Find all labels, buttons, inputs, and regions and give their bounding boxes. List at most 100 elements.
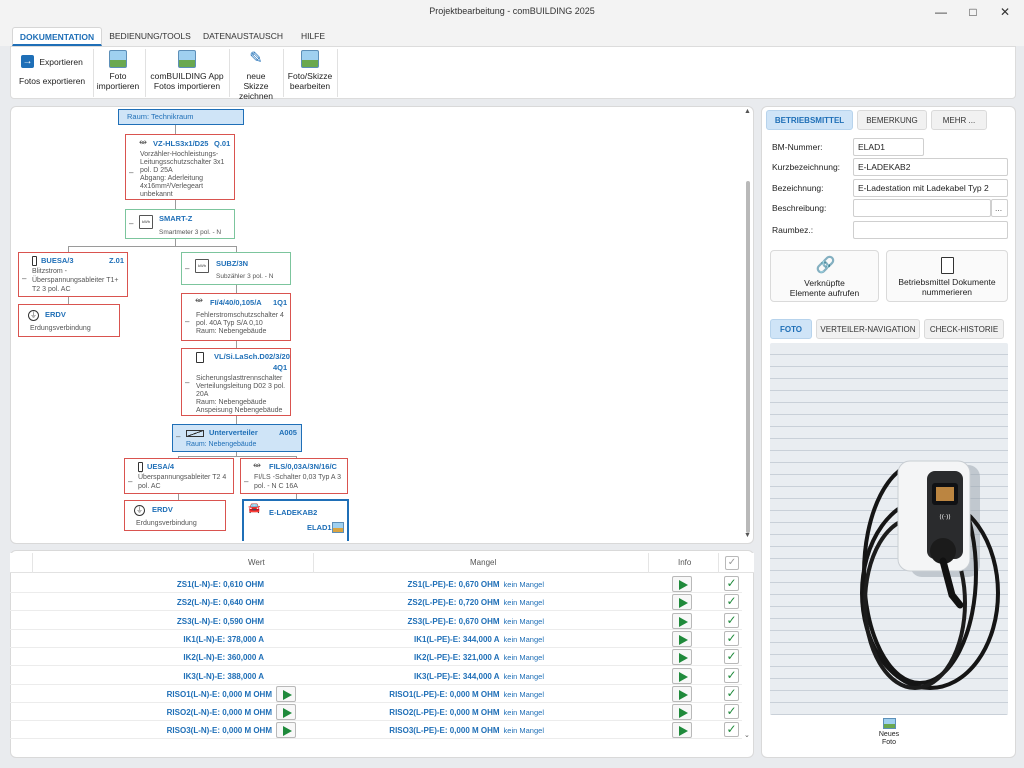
info-play-button[interactable] [672, 630, 692, 647]
row-checkbox[interactable]: ✓ [724, 685, 739, 701]
fils-desc2: pol. - N C 16A [254, 483, 298, 490]
subz-node[interactable]: – kWh SUBZ/3N Subzähler 3 pol. - N [181, 252, 291, 285]
dash-marker: – [128, 477, 133, 486]
play-button[interactable] [276, 704, 296, 721]
dokumente-nummerieren-button[interactable]: Betriebsmittel Dokumente nummerieren [886, 250, 1008, 302]
row-checkbox[interactable]: ✓ [724, 722, 739, 738]
unterverteiler-node[interactable]: – Unterverteiler A005 Raum: Nebengebäude [172, 424, 302, 452]
raumbez-field[interactable] [853, 221, 1008, 239]
row-checkbox[interactable]: ✓ [724, 594, 739, 610]
buesa-node[interactable]: BUESA/3 Z.01 – Blitzstrom - Überspannung… [18, 252, 128, 297]
app-fotos-import-button[interactable]: comBUILDING App Fotos importieren [149, 50, 225, 91]
minimize-icon[interactable]: — [925, 2, 957, 22]
row-checkbox[interactable]: ✓ [724, 667, 739, 683]
fils-title: FILS/0,03A/3N/16/C [269, 462, 337, 471]
info-play-button[interactable] [672, 594, 692, 611]
neues-foto-button[interactable]: Neues Foto [872, 718, 906, 747]
e-ladekab2-node[interactable]: 🚘 E-LADEKAB2 ELAD1 [242, 499, 349, 541]
foto-import-button[interactable]: Foto importieren [95, 50, 141, 91]
maximize-icon[interactable]: □ [957, 2, 989, 22]
table-row[interactable]: ZS2(L-N)-E: 0,640 OHM ZS2(L-PE)-E: 0,720 … [10, 593, 742, 612]
col-header-wert[interactable]: Wert [248, 558, 265, 567]
table-row[interactable]: RISO2(L-N)-E: 0,000 M OHM RISO2(L-PE)-E: … [10, 703, 742, 722]
raum-node[interactable]: Raum: Technikraum [118, 109, 244, 125]
export-button[interactable]: → Exportieren [21, 55, 83, 68]
scroll-down-icon[interactable]: ▼ [744, 532, 751, 539]
close-icon[interactable]: ✕ [989, 2, 1021, 22]
verknuepfte-elemente-button[interactable]: 🔗 Verknüpfte Elemente aufrufen [770, 250, 879, 302]
select-all-checkbox[interactable]: ✓ [725, 556, 739, 570]
beschreibung-browse-button[interactable]: ... [991, 199, 1008, 217]
info-play-button[interactable] [672, 612, 692, 629]
ribbon-separator [229, 49, 230, 97]
photo-thumbnail-icon[interactable] [332, 522, 344, 533]
scroll-up-icon[interactable]: ▲ [744, 108, 751, 115]
tab-bedienung-tools[interactable]: BEDIENUNG/TOOLS [108, 27, 192, 46]
erdv-node[interactable]: ⏚ ERDV Erdungsverbindung [18, 304, 120, 337]
table-row[interactable]: IK3(L-N)-E: 388,000 A IK3(L-PE)-E: 344,00… [10, 667, 742, 685]
info-play-button[interactable] [672, 722, 692, 739]
connector-line [68, 246, 236, 247]
bm-nummer-field[interactable]: ELAD1 [853, 138, 924, 156]
play-button[interactable] [276, 685, 296, 702]
row-checkbox[interactable]: ✓ [724, 612, 739, 628]
tab-foto[interactable]: FOTO [770, 319, 812, 339]
fils-node[interactable]: ⥈ FILS/0,03A/3N/16/C – FI/LS -Schalter 0… [240, 458, 348, 494]
play-button[interactable] [276, 722, 296, 739]
switch-icon: ⥈ [139, 137, 147, 148]
bezeichnung-field[interactable]: E-Ladestation mit Ladekabel Typ 2 [853, 179, 1008, 197]
beschreibung-field[interactable] [853, 199, 991, 217]
col-divider [32, 553, 33, 573]
row-checkbox[interactable]: ✓ [724, 576, 739, 591]
row-checkbox[interactable]: ✓ [724, 630, 739, 646]
table-scrollbar[interactable]: ⌄ [744, 575, 752, 745]
tab-hilfe[interactable]: HILFE [294, 27, 332, 46]
wert-cell: IK2(L-N)-E: 360,000 A [183, 653, 264, 663]
table-row[interactable]: IK2(L-N)-E: 360,000 A IK2(L-PE)-E: 321,00… [10, 648, 742, 667]
scroll-down-icon[interactable]: ⌄ [744, 731, 750, 739]
buesa-desc3: T2 3 pol. AC [32, 286, 71, 293]
col-divider [313, 553, 314, 573]
tab-bemerkung[interactable]: BEMERKUNG [857, 110, 927, 130]
tree-scrollbar[interactable]: ▲ ▼ [744, 108, 752, 542]
info-play-button[interactable] [672, 704, 692, 721]
scrollbar-thumb[interactable] [746, 181, 750, 533]
smart-z-title: SMART-Z [159, 214, 193, 223]
tab-dokumentation[interactable]: DOKUMENTATION [12, 27, 102, 46]
tab-mehr[interactable]: MEHR ... [931, 110, 987, 130]
mangel-status: kein Mangel [503, 726, 544, 736]
table-row[interactable]: ZS3(L-N)-E: 0,590 OHM ZS3(L-PE)-E: 0,670 … [10, 612, 742, 630]
ribbon-separator [93, 49, 94, 97]
tab-check-historie[interactable]: CHECK-HISTORIE [924, 319, 1004, 339]
tab-betriebsmittel[interactable]: BETRIEBSMITTEL [766, 110, 853, 130]
info-play-button[interactable] [672, 685, 692, 702]
kurzbezeichnung-field[interactable]: E-LADEKAB2 [853, 158, 1008, 176]
vl-node[interactable]: VL/Si.LaSch.D02/3/20 4Q1 – Sicherungslas… [181, 348, 291, 416]
fi-title: FI/4/40/0,105/A [210, 298, 262, 307]
table-row[interactable]: RISO3(L-N)-E: 0,000 M OHM RISO3(L-PE)-E: … [10, 721, 742, 740]
row-checkbox[interactable]: ✓ [724, 649, 739, 665]
fi-node[interactable]: ⥈ FI/4/40/0,105/A 1Q1 – Fehlerstromschut… [181, 293, 291, 341]
erdv-node[interactable]: ⏚ ERDV Erdungsverbindung [124, 500, 226, 531]
foto-skizze-bearbeiten-button[interactable]: Foto/Skizze bearbeiten [286, 50, 334, 91]
connector-line [68, 297, 69, 304]
neue-skizze-button[interactable]: ✎ neue Skizze zeichnen [233, 50, 279, 101]
smart-z-node[interactable]: – kWh SMART-Z Smartmeter 3 pol. - N [125, 209, 235, 239]
info-play-button[interactable] [672, 576, 692, 592]
skizze-label2: zeichnen [238, 91, 274, 101]
col-header-info[interactable]: Info [678, 558, 691, 567]
uesa-node[interactable]: UESA/4 – Überspannungsableiter T2 4 pol.… [124, 458, 234, 494]
table-row[interactable]: IK1(L-N)-E: 378,000 A IK1(L-PE)-E: 344,00… [10, 630, 742, 648]
info-play-button[interactable] [672, 649, 692, 666]
row-checkbox[interactable]: ✓ [724, 704, 739, 720]
vz-node[interactable]: ⥈ VZ-HLS3x1/D25 Q.01 – Vorzähler-Hochlei… [125, 134, 235, 200]
table-row[interactable]: RISO1(L-N)-E: 0,000 M OHM RISO1(L-PE)-E: … [10, 685, 742, 703]
tab-datenaustausch[interactable]: DATENAUSTAUSCH [198, 27, 288, 46]
table-row[interactable]: ZS1(L-N)-E: 0,610 OHM ZS1(L-PE)-E: 0,670 … [10, 575, 742, 593]
fotos-export-button[interactable]: Fotos exportieren [19, 76, 85, 86]
equipment-photo[interactable]: ((·)) [770, 343, 1008, 715]
col-header-mangel[interactable]: Mangel [470, 558, 496, 567]
dash-marker: – [176, 432, 181, 441]
info-play-button[interactable] [672, 667, 692, 684]
tab-verteiler-navigation[interactable]: VERTEILER-NAVIGATION [816, 319, 920, 339]
